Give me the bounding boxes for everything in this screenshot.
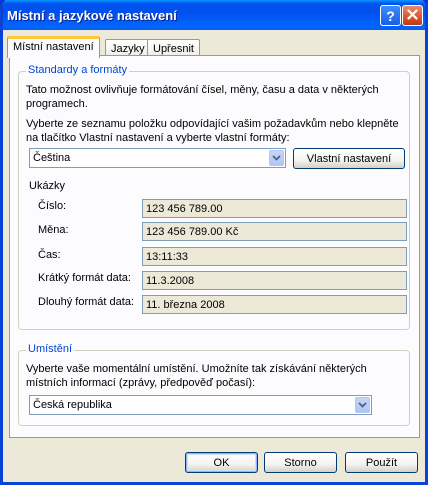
location-legend: Umístění [26,343,75,355]
standards-description-line1: Tato možnost ovlivňuje formátování čísel… [26,84,379,96]
title-bar[interactable]: Místní a jazykové nastavení ? [3,0,425,30]
format-select[interactable]: Čeština [29,148,286,168]
samples-heading: Ukázky [29,180,66,192]
tab-panel: Standardy a formáty Tato možnost ovlivňu… [9,55,420,438]
location-description-line2: místních informací (zprávy, předpověď po… [26,377,256,389]
dialog-window: Místní a jazykové nastavení ? Místní nas… [0,0,428,485]
apply-button[interactable]: Použít [345,452,418,473]
sample-label-currency: Měna: [38,224,69,236]
location-select[interactable]: Česká republika [29,395,372,415]
sample-value-short-date: 11.3.2008 [142,271,407,290]
location-select-value: Česká republika [33,399,112,411]
custom-settings-button[interactable]: Vlastní nastavení [293,148,405,169]
sample-label-number: Číslo: [38,200,67,212]
sample-label-short-date: Krátký formát data: [38,272,131,284]
format-select-value: Čeština [33,152,71,164]
help-icon: ? [386,7,395,24]
sample-label-time: Čas: [38,249,61,261]
chevron-down-icon[interactable] [355,397,370,413]
chevron-down-icon[interactable] [269,150,284,166]
tab-regional[interactable]: Místní nastavení [7,36,100,58]
sample-value-time: 13:11:33 [142,247,407,266]
help-button[interactable]: ? [380,5,401,26]
ok-button[interactable]: OK [185,452,258,473]
standards-instruction-line2: na tlačítko Vlastní nastavení a vyberte … [26,132,290,144]
standards-description-line2: programech. [26,98,88,110]
close-icon [407,7,418,24]
close-button[interactable] [402,5,423,26]
standards-legend: Standardy a formáty [26,64,130,76]
standards-instruction-line1: Vyberte ze seznamu položku odpovídající … [26,118,399,130]
sample-value-number: 123 456 789.00 [142,199,407,218]
location-description-line1: Vyberte vaše momentální umístění. Umožní… [26,363,367,375]
sample-value-long-date: 11. března 2008 [142,295,407,314]
sample-label-long-date: Dlouhý formát data: [38,296,134,308]
cancel-button[interactable]: Storno [264,452,337,473]
window-title: Místní a jazykové nastavení [7,8,177,23]
sample-value-currency: 123 456 789.00 Kč [142,222,407,241]
